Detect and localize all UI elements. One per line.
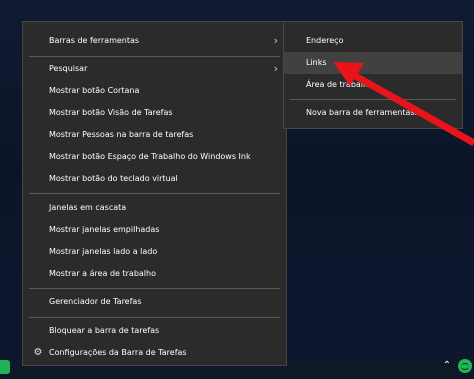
- menu-item-label: Mostrar botão Espaço de Trabalho do Wind…: [49, 152, 251, 161]
- menu-item-label: Barras de ferramentas: [49, 36, 140, 45]
- menu-item-label: Mostrar janelas lado a lado: [49, 247, 158, 256]
- taskbar-context-menu: Barras de ferramentas › Pesquisar › Most…: [22, 21, 287, 366]
- submenu-item-label: Links: [306, 58, 327, 67]
- menu-item-label: Pesquisar: [49, 64, 88, 73]
- menu-item-toolbars[interactable]: Barras de ferramentas ›: [23, 30, 286, 52]
- menu-separator: [29, 193, 280, 194]
- taskbar-app-icon[interactable]: [0, 360, 10, 374]
- menu-item-show-task-view[interactable]: Mostrar botão Visão de Tarefas: [23, 102, 286, 124]
- menu-item-label: Bloquear a barra de tarefas: [49, 326, 160, 335]
- submenu-item-new-toolbar[interactable]: Nova barra de ferramentas...: [284, 102, 462, 124]
- menu-item-label: Mostrar botão do teclado virtual: [49, 174, 178, 183]
- submenu-item-label: Área de trabalho: [306, 80, 373, 89]
- menu-item-cascade-windows[interactable]: Janelas em cascata: [23, 197, 286, 219]
- menu-item-show-virtual-keyboard[interactable]: Mostrar botão do teclado virtual: [23, 168, 286, 190]
- menu-item-show-people[interactable]: Mostrar Pessoas na barra de tarefas: [23, 124, 286, 146]
- menu-item-label: Mostrar botão Visão de Tarefas: [49, 108, 173, 117]
- chevron-right-icon: ›: [273, 62, 278, 75]
- menu-item-label: Mostrar Pessoas na barra de tarefas: [49, 130, 194, 139]
- menu-item-show-cortana[interactable]: Mostrar botão Cortana: [23, 80, 286, 102]
- spotify-tray-icon[interactable]: [458, 359, 472, 373]
- submenu-item-label: Endereço: [306, 36, 344, 45]
- tray-overflow-chevron-up-icon[interactable]: ⌃: [441, 360, 453, 372]
- menu-item-label: Configurações da Barra de Tarefas: [49, 348, 187, 357]
- submenu-item-address[interactable]: Endereço: [284, 30, 462, 52]
- menu-item-lock-taskbar[interactable]: Bloquear a barra de tarefas: [23, 320, 286, 342]
- menu-item-taskbar-settings[interactable]: ⚙ Configurações da Barra de Tarefas: [23, 342, 286, 364]
- submenu-item-links[interactable]: Links: [284, 52, 462, 74]
- menu-item-show-desktop[interactable]: Mostrar a área de trabalho: [23, 263, 286, 285]
- menu-separator: [29, 288, 280, 289]
- menu-separator: [290, 99, 456, 100]
- submenu-item-label: Nova barra de ferramentas...: [306, 108, 423, 117]
- menu-separator: [29, 317, 280, 318]
- menu-separator: [29, 56, 280, 57]
- menu-item-label: Gerenciador de Tarefas: [49, 297, 142, 306]
- menu-item-label: Mostrar janelas empilhadas: [49, 225, 160, 234]
- menu-item-label: Janelas em cascata: [49, 203, 127, 212]
- chevron-right-icon: ›: [273, 34, 278, 47]
- submenu-item-desktop[interactable]: Área de trabalho: [284, 74, 462, 96]
- gear-icon: ⚙: [33, 347, 43, 358]
- toolbars-submenu: Endereço Links Área de trabalho Nova bar…: [283, 21, 463, 129]
- menu-item-task-manager[interactable]: Gerenciador de Tarefas: [23, 291, 286, 313]
- menu-item-search[interactable]: Pesquisar ›: [23, 58, 286, 80]
- menu-item-label: Mostrar botão Cortana: [49, 86, 140, 95]
- menu-item-side-by-side-windows[interactable]: Mostrar janelas lado a lado: [23, 241, 286, 263]
- menu-item-label: Mostrar a área de trabalho: [49, 269, 156, 278]
- menu-item-stacked-windows[interactable]: Mostrar janelas empilhadas: [23, 219, 286, 241]
- menu-item-show-windows-ink[interactable]: Mostrar botão Espaço de Trabalho do Wind…: [23, 146, 286, 168]
